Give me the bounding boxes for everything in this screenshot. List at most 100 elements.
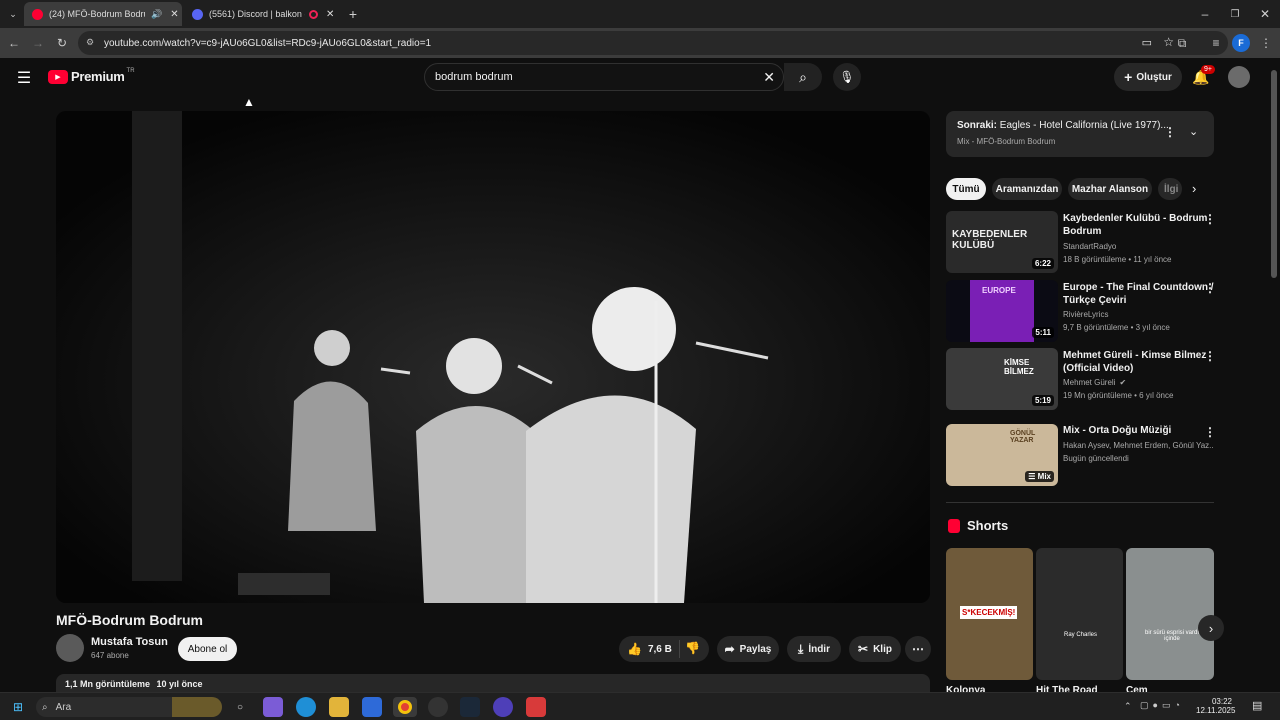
video-title: MFÖ-Bodrum Bodrum: [56, 612, 203, 628]
short-title[interactable]: Cem: [1126, 685, 1148, 692]
related-title[interactable]: Mix - Orta Doğu Müziği: [1063, 424, 1171, 437]
related-menu-icon[interactable]: ⋮: [1204, 212, 1216, 226]
short-title[interactable]: Kolonya: [946, 685, 985, 692]
related-thumbnail[interactable]: GÖNÜL YAZAR ☰ Mix: [946, 424, 1058, 486]
create-button[interactable]: + Oluştur: [1114, 63, 1182, 91]
taskbar-clock[interactable]: 03:22 12.11.2025: [1196, 697, 1235, 715]
shorts-next-chevron-icon[interactable]: ›: [1198, 615, 1224, 641]
plus-icon: +: [1124, 69, 1133, 85]
install-app-icon[interactable]: ▭: [1142, 36, 1152, 49]
reload-icon[interactable]: ↻: [54, 35, 70, 51]
forward-icon[interactable]: →: [30, 35, 46, 51]
related-channel[interactable]: RivièreLyrics: [1063, 308, 1109, 321]
related-channel[interactable]: Mehmet Güreli ✔: [1063, 376, 1126, 389]
tray-chevron-up-icon[interactable]: ⌃: [1124, 701, 1132, 712]
file-explorer-icon[interactable]: [329, 697, 349, 717]
notification-center-icon[interactable]: ▤: [1252, 699, 1262, 712]
taskbar-search[interactable]: ⌕ Ara: [36, 697, 222, 717]
short-thumbnail[interactable]: bir sürü esprisi vardı içinde: [1126, 548, 1214, 680]
like-count[interactable]: 7,6 B: [648, 644, 672, 655]
site-info-icon[interactable]: ⚙: [86, 37, 94, 48]
short-thumbnail[interactable]: S*KECEKMİŞ!: [946, 548, 1033, 680]
app-icon[interactable]: [493, 697, 513, 717]
playlist-next-panel[interactable]: Sonraki: Eagles - Hotel California (Live…: [946, 111, 1214, 157]
bookmark-star-icon[interactable]: ☆: [1163, 35, 1174, 49]
more-actions-icon[interactable]: ⋯: [905, 636, 931, 662]
browser-menu-icon[interactable]: ⋮: [1258, 35, 1274, 51]
new-tab-icon[interactable]: +: [344, 5, 362, 23]
media-control-icon[interactable]: ≡: [1208, 35, 1224, 51]
address-bar[interactable]: ⚙ youtube.com/watch?v=c9-jAUo6GL0&list=R…: [78, 31, 1228, 55]
related-thumbnail[interactable]: EUROPE 5:11: [946, 280, 1058, 342]
hamburger-menu-icon[interactable]: ☰: [14, 68, 34, 88]
expand-chevron-down-icon[interactable]: ⌄: [1189, 125, 1198, 138]
window-close-icon[interactable]: ✕: [1256, 5, 1274, 23]
steam-icon[interactable]: [460, 697, 480, 717]
chip-all[interactable]: Tümü: [946, 178, 986, 200]
related-menu-icon[interactable]: ⋮: [1204, 281, 1216, 295]
obs-icon[interactable]: [428, 697, 448, 717]
edge-icon[interactable]: [296, 697, 316, 717]
minimize-icon[interactable]: –: [1196, 5, 1214, 23]
copilot-icon[interactable]: [263, 697, 283, 717]
next-title: Eagles - Hotel California (Live 1977)...: [999, 120, 1169, 131]
like-dislike-group: 👍 7,6 B 👎: [619, 636, 709, 662]
short-title[interactable]: Hit The Road: [1036, 685, 1098, 692]
youtube-premium-logo[interactable]: ▶ Premium TR: [48, 68, 135, 84]
like-icon[interactable]: 👍: [627, 642, 642, 656]
search-input[interactable]: bodrum bodrum ✕: [424, 63, 784, 91]
clear-search-icon[interactable]: ✕: [763, 69, 775, 86]
video-player[interactable]: [56, 111, 930, 603]
restore-icon[interactable]: ❐: [1226, 5, 1244, 23]
channel-name[interactable]: Mustafa Tosun: [91, 636, 168, 648]
related-title[interactable]: Europe - The Final Countdown / Türkçe Çev…: [1063, 281, 1214, 307]
share-button[interactable]: ➦ Paylaş: [717, 636, 779, 662]
related-thumbnail[interactable]: KİMSE BİLMEZ 5:19: [946, 348, 1058, 410]
tab-search-icon[interactable]: ⌄: [4, 6, 22, 22]
clip-button[interactable]: ✂ Klip: [849, 636, 901, 662]
voice-search-icon[interactable]: 🎙: [833, 63, 861, 91]
back-icon[interactable]: ←: [6, 35, 22, 51]
download-button[interactable]: ⤓ İndir: [787, 636, 841, 662]
app-icon-red[interactable]: [526, 697, 546, 717]
related-title[interactable]: Kaybedenler Kulübü - Bodrum Bodrum: [1063, 212, 1207, 238]
task-view-icon[interactable]: ○: [230, 697, 250, 717]
windows-start-icon[interactable]: ⊞: [8, 697, 28, 717]
chip-from-search[interactable]: Aramanızdan: [992, 178, 1062, 200]
share-icon: ➦: [724, 642, 735, 656]
browser-toolbar: ← → ↻ ⚙ youtube.com/watch?v=c9-jAUo6GL0&…: [0, 28, 1280, 58]
page-scrollbar[interactable]: [1271, 70, 1277, 278]
shorts-heading: Shorts: [967, 518, 1009, 533]
related-menu-icon[interactable]: ⋮: [1204, 349, 1216, 363]
chip-related[interactable]: İlgi: [1158, 178, 1182, 200]
tab-close-icon[interactable]: ✕: [170, 9, 178, 20]
related-title[interactable]: Mehmet Güreli - Kimse Bilmez (Official Vi…: [1063, 349, 1206, 375]
windows-taskbar: ⊞ ⌕ Ara ○ ⌃ ▢●▭◔ 03:22 12.11.2025 ▤: [0, 692, 1280, 720]
related-channel[interactable]: StandartRadyo: [1063, 240, 1116, 253]
chips-next-chevron-icon[interactable]: ›: [1192, 181, 1196, 196]
related-thumbnail[interactable]: KAYBEDENLER KULÜBÜ 6:22: [946, 211, 1058, 273]
chip-mazhar-alanson[interactable]: Mazhar Alanson: [1068, 178, 1152, 200]
channel-avatar[interactable]: [56, 634, 84, 662]
search-highlight-image: [172, 697, 222, 717]
account-avatar[interactable]: [1228, 66, 1250, 88]
tab-close-icon[interactable]: ✕: [326, 9, 334, 20]
browser-tab-strip: ⌄ (24) MFÖ-Bodrum Bodrum 🔊 ✕ (5561) Disc…: [0, 0, 1280, 28]
chrome-icon[interactable]: [393, 697, 417, 717]
search-button-icon[interactable]: ⌕: [784, 63, 822, 91]
description-box[interactable]: 1,1 Mn görüntüleme 10 yıl önce: [56, 674, 930, 692]
tab-youtube[interactable]: (24) MFÖ-Bodrum Bodrum 🔊 ✕: [24, 2, 182, 26]
playlist-menu-icon[interactable]: ⋮: [1164, 125, 1176, 139]
tab-discord[interactable]: (5561) Discord | balkon (du ✕: [184, 2, 342, 26]
related-menu-icon[interactable]: ⋮: [1204, 425, 1216, 439]
tray-icons[interactable]: ▢●▭◔: [1140, 700, 1184, 711]
speaker-icon[interactable]: 🔊: [151, 9, 162, 20]
profile-avatar[interactable]: F: [1232, 34, 1250, 52]
store-icon[interactable]: [362, 697, 382, 717]
related-channel[interactable]: Hakan Aysev, Mehmet Erdem, Gönül Yaz...: [1063, 439, 1213, 452]
youtube-header: ☰ ▶ Premium TR bodrum bodrum ✕ ⌕ 🎙 + Olu…: [0, 58, 1280, 100]
extensions-icon[interactable]: ⧉: [1174, 35, 1190, 51]
subscribe-button[interactable]: Abone ol: [178, 637, 237, 661]
dislike-icon[interactable]: 👎: [685, 641, 700, 655]
short-thumbnail[interactable]: Ray Charles: [1036, 548, 1123, 680]
